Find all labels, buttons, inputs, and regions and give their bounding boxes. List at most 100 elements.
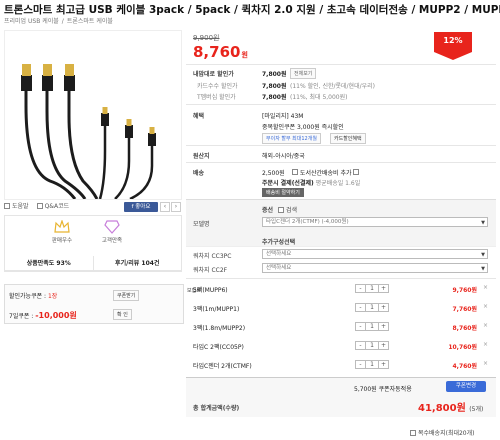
card-price-detail: (11% 할인, 신한/롯데/현대/우리)	[290, 83, 376, 90]
minus-button[interactable]: -	[356, 342, 365, 349]
plus-button[interactable]: +	[379, 342, 388, 349]
cart-item-name: 타입C 2팩(CC05P)	[193, 344, 244, 351]
origin-label: 원산지	[193, 153, 210, 160]
minus-button[interactable]: -	[356, 304, 365, 311]
total-count: (5개)	[469, 406, 484, 413]
quantity-value[interactable]: 1	[365, 342, 379, 349]
eval-summary-row: 상품만족도 93% 후기/리뷰 104건	[4, 256, 182, 272]
discount-badge: 12%	[434, 32, 472, 52]
coupon-row: 7일쿠폰 : -10,000원	[9, 310, 77, 321]
quantity-value[interactable]: 1	[365, 361, 379, 368]
shipping-extra: 도서산간배송비 추가	[292, 168, 360, 177]
search-check[interactable]: 검색	[278, 205, 297, 214]
divider	[186, 278, 496, 279]
plus-button[interactable]: +	[379, 304, 388, 311]
remove-icon[interactable]: ×	[483, 341, 488, 348]
minus-button[interactable]: -	[356, 323, 365, 330]
card-benefit-button[interactable]: 카드할인혜택	[330, 133, 366, 144]
remove-icon[interactable]: ×	[483, 322, 488, 329]
category-link[interactable]: 트론스마트 케이블	[67, 18, 113, 25]
eval-item: 판매우수	[47, 219, 77, 244]
coupon-value: -10,000원	[35, 311, 77, 320]
add-option-select[interactable]: 선택하세요	[262, 249, 488, 259]
facebook-like-button[interactable]: f 좋아요	[124, 202, 158, 212]
remove-icon[interactable]: ×	[483, 284, 488, 291]
qr-tool[interactable]: Q&A코드	[36, 201, 69, 210]
like-label: 좋아요	[135, 204, 151, 210]
minus-button[interactable]: -	[356, 361, 365, 368]
add-option-select[interactable]: 선택하세요	[262, 263, 488, 273]
cart-item-name: 5팩(MUPP6)	[193, 287, 228, 294]
cart-item-price: 9,760원	[452, 287, 478, 294]
cart-item-name: 타입C젠더 2개(CTMF)	[193, 363, 252, 370]
multi-shipping-label: 복수배송지(최대20개)	[418, 430, 475, 437]
eval-item: 고객만족	[97, 220, 127, 244]
info-icon	[353, 169, 360, 175]
shipping-label: 배송	[193, 170, 205, 177]
multi-shipping-check[interactable]: 복수배송지(최대20개)	[410, 428, 474, 437]
origin-value: 해외-아시아/중국	[262, 153, 305, 160]
model-select[interactable]: 타입C젠더 2개(CTMF) (-4,000원)	[262, 217, 488, 227]
plus-button[interactable]: +	[379, 323, 388, 330]
card-price-label: 카드수수 할인가	[197, 83, 238, 90]
change-coupon-button[interactable]: 쿠폰변경	[446, 381, 486, 392]
total-label: 총 합계금액(수량)	[193, 405, 240, 412]
add-option-label: 쿼차지 CC2F	[193, 267, 228, 274]
product-image[interactable]	[4, 30, 182, 201]
checkbox-icon	[292, 169, 298, 175]
total-price: 41,800원 (5개)	[418, 399, 483, 414]
quantity-stepper[interactable]: -1 +	[355, 322, 389, 331]
save-shipping-button[interactable]: 배송비 절약하기	[262, 188, 304, 197]
review-stat[interactable]: 후기/리뷰 104건	[94, 256, 182, 271]
mileage-text: [마일리지] 43M	[262, 113, 304, 120]
point-price-value: 7,800원	[262, 94, 287, 101]
plus-button[interactable]: +	[379, 361, 388, 368]
quantity-stepper[interactable]: -1 +	[355, 341, 389, 350]
checkbox-icon	[278, 206, 284, 213]
current-price-value: 8,760	[193, 43, 241, 61]
category-link[interactable]: 프리미엄 USB 케이블	[4, 18, 59, 25]
confirm-coupon-button[interactable]: 확 인	[113, 309, 132, 320]
quantity-stepper[interactable]: -1 +	[355, 360, 389, 369]
get-coupon-button[interactable]: 쿠폰받기	[113, 290, 140, 301]
discount-badge-tip	[434, 52, 472, 60]
cart-row: 3팩(1m/MUPP1) -1 + 7,760원 ×	[193, 301, 493, 321]
view-all-button[interactable]: 전체보기	[290, 68, 317, 79]
installment-button[interactable]: 무이자 할부 최대12개월	[262, 133, 321, 144]
qr-icon	[36, 202, 43, 209]
current-price-unit: 원	[241, 51, 248, 59]
shipping-days: 평균배송일 1.6일	[315, 180, 361, 187]
cable-photo-svg	[5, 31, 181, 201]
shipping-note: 주문시 결제(선결제) 평균배송일 1.6일	[262, 178, 360, 187]
breadcrumb: 프리미엄 USB 케이블 / 트론스마트 케이블	[4, 18, 113, 25]
satisfaction-stat: 상품만족도 93%	[5, 256, 94, 271]
coupon-box: 할인가능쿠폰 : 1장 쿠폰받기 7일쿠폰 : -10,000원 확 인	[4, 284, 184, 324]
cart-item-name: 3팩(1.8m/MUPP2)	[193, 325, 246, 332]
minus-button[interactable]: -	[356, 285, 365, 292]
my-price-label: 내맘대로 할인가	[193, 71, 234, 78]
prev-arrow-button[interactable]: ‹	[160, 202, 170, 212]
quantity-value[interactable]: 1	[365, 285, 379, 292]
quantity-value[interactable]: 1	[365, 323, 379, 330]
original-price: 9,900원	[193, 34, 220, 42]
coupon-text: 중복할인쿠폰 3,000원 즉시할인	[262, 124, 344, 131]
divider	[186, 162, 496, 163]
quantity-stepper[interactable]: -1 +	[355, 284, 389, 293]
add-option-title: 추가구성선택	[262, 239, 296, 246]
shipping-extra-text: 도서산간배송비 추가	[299, 170, 352, 177]
point-price-detail: (11%, 최대 5,000원)	[290, 94, 348, 101]
current-price: 8,760원	[193, 43, 248, 61]
coupon-name: 7일쿠폰 :	[9, 313, 34, 320]
help-tool[interactable]: 도움말	[4, 201, 29, 210]
model-label: 모델명	[193, 221, 210, 228]
next-arrow-button[interactable]: ›	[171, 202, 181, 212]
checkbox-icon	[410, 429, 416, 436]
help-label: 도움말	[12, 203, 29, 210]
plus-button[interactable]: +	[379, 285, 388, 292]
cart-row: 타입C 2팩(CC05P) -1 + 10,760원 ×	[193, 339, 493, 359]
remove-icon[interactable]: ×	[483, 360, 488, 367]
quantity-stepper[interactable]: -1 +	[355, 303, 389, 312]
coupon-name: 할인가능쿠폰 :	[9, 293, 47, 300]
quantity-value[interactable]: 1	[365, 304, 379, 311]
remove-icon[interactable]: ×	[483, 303, 488, 310]
